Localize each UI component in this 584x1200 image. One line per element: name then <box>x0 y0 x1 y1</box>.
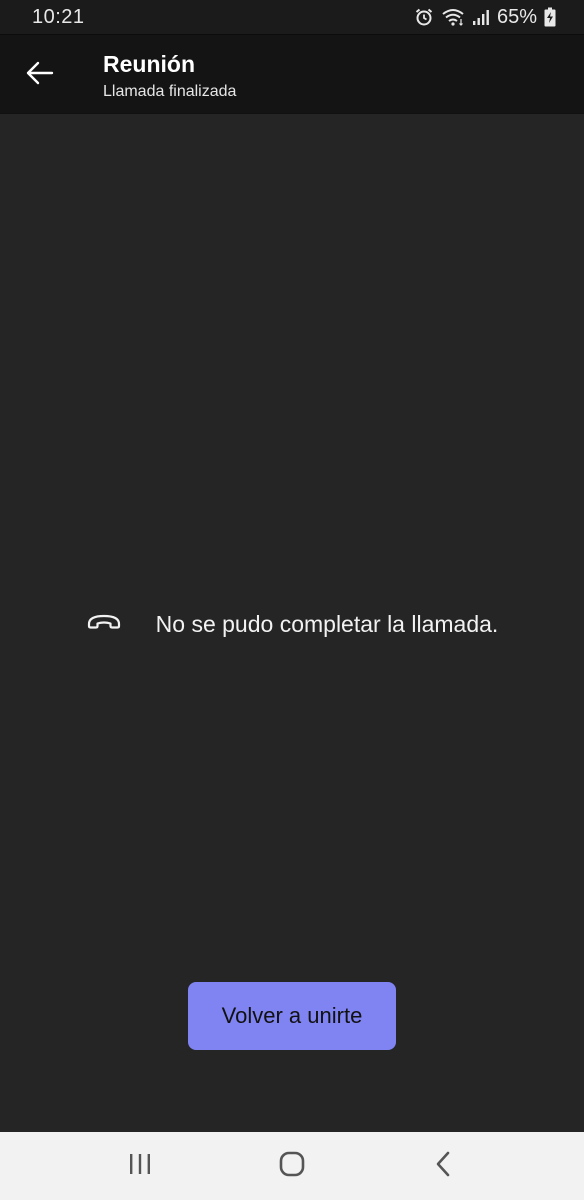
back-button[interactable] <box>18 53 62 97</box>
home-button[interactable] <box>262 1146 322 1186</box>
alarm-icon <box>414 7 434 27</box>
call-end-icon <box>86 612 122 637</box>
battery-percent: 65% <box>496 5 537 28</box>
battery-charging-icon <box>544 7 556 27</box>
page-title: Reunión <box>103 51 195 77</box>
arrow-left-icon <box>25 60 55 91</box>
recent-apps-icon <box>127 1153 153 1180</box>
system-back-button[interactable] <box>414 1146 474 1186</box>
call-status-message: No se pudo completar la llamada. <box>0 604 584 644</box>
page-subtitle: Llamada finalizada <box>103 83 237 100</box>
status-bar: 10:21 65% <box>0 0 584 34</box>
status-time: 10:21 <box>32 5 85 28</box>
system-nav-bar <box>0 1132 584 1200</box>
status-icons: 65% <box>414 6 556 29</box>
wifi-icon <box>441 7 465 27</box>
rejoin-button[interactable]: Volver a unirte <box>188 982 396 1050</box>
home-icon <box>279 1151 305 1182</box>
app-header: Reunión Llamada finalizada <box>0 34 584 114</box>
call-ended-screen: 10:21 65% Reunión Llamada finalizada No … <box>0 0 584 1200</box>
signal-icon <box>472 8 490 26</box>
back-icon <box>434 1151 454 1182</box>
message-text: No se pudo completar la llamada. <box>155 610 499 637</box>
recent-apps-button[interactable] <box>110 1146 170 1186</box>
